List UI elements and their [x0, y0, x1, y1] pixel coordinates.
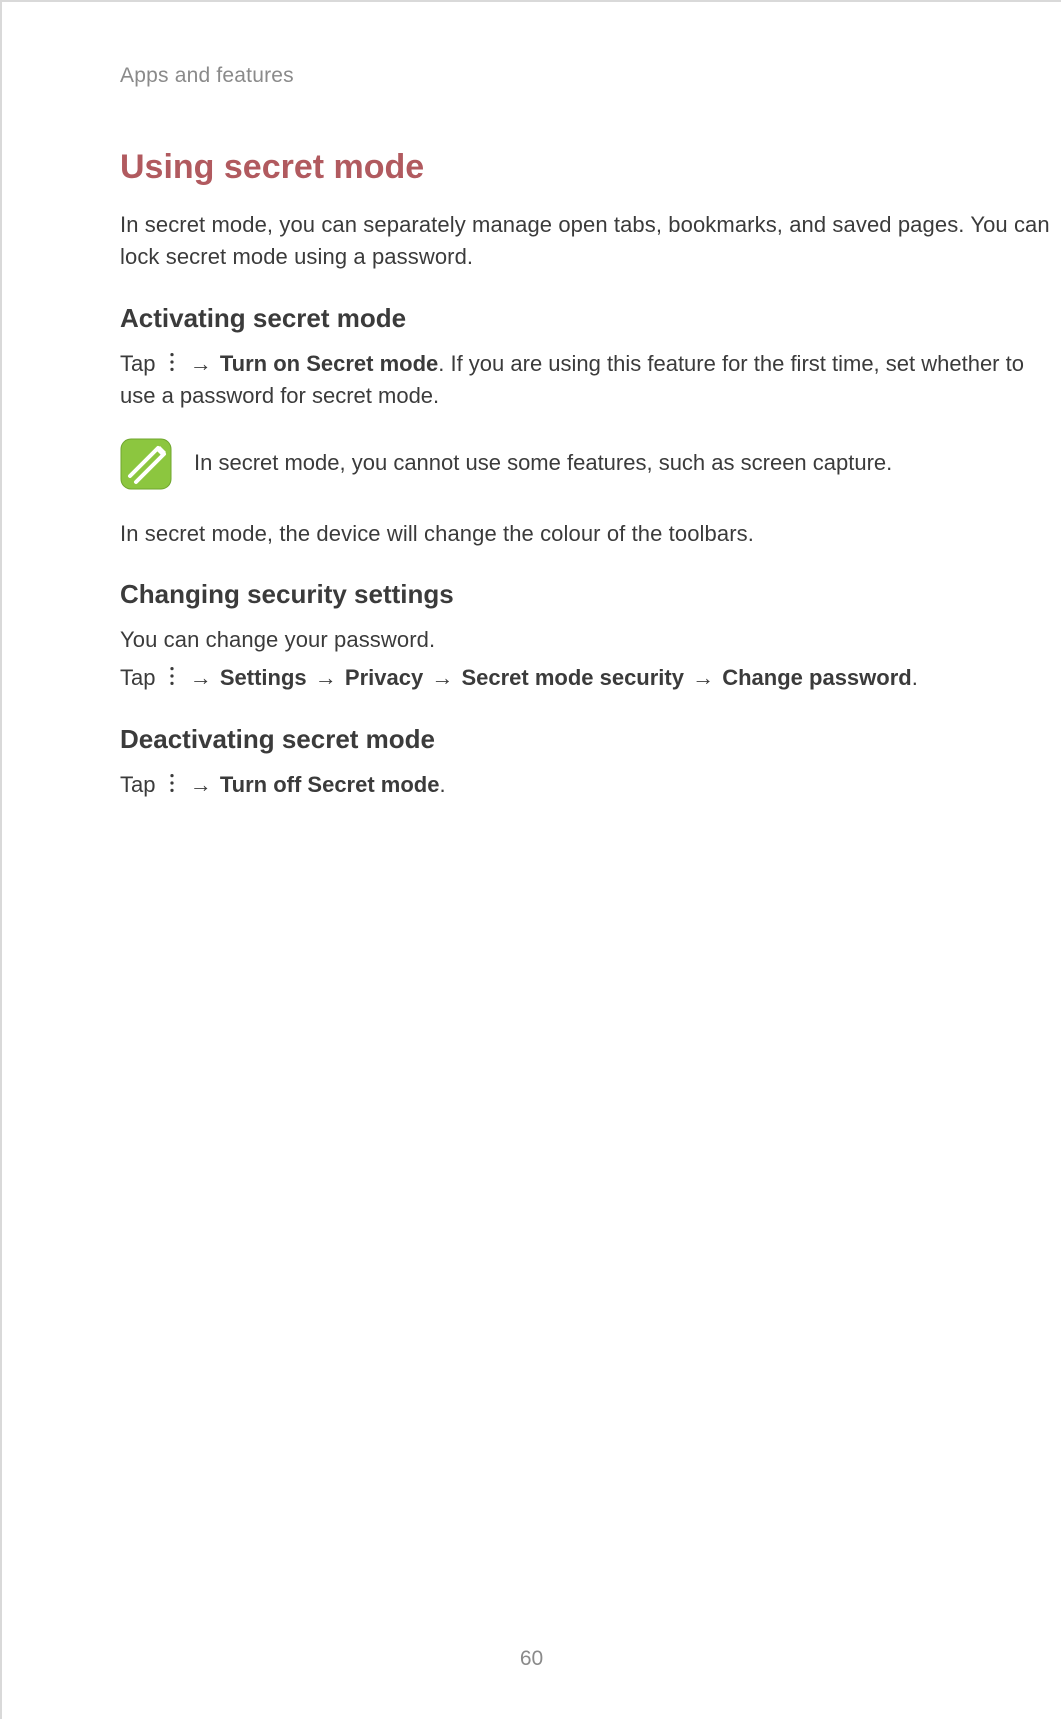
- note-icon: [120, 438, 172, 490]
- note-callout: In secret mode, you cannot use some feat…: [120, 438, 1061, 490]
- page-number: 60: [2, 1647, 1061, 1671]
- arrow-icon: →: [690, 662, 716, 694]
- menu-label-settings: Settings: [220, 665, 307, 690]
- heading-activating: Activating secret mode: [120, 303, 1061, 334]
- text-fragment: Tap: [120, 665, 162, 690]
- section-deactivating: Deactivating secret mode Tap → Turn off …: [120, 724, 1061, 801]
- heading-changing: Changing security settings: [120, 579, 1061, 610]
- text-fragment: .: [912, 665, 918, 690]
- activating-instructions: Tap → Turn on Secret mode. If you are us…: [120, 348, 1061, 412]
- more-options-icon: [163, 772, 181, 794]
- arrow-icon: →: [429, 662, 455, 694]
- activating-after-note: In secret mode, the device will change t…: [120, 518, 1061, 550]
- section-activating: Activating secret mode Tap → Turn on Sec…: [120, 303, 1061, 550]
- arrow-icon: →: [188, 662, 214, 694]
- more-options-icon: [163, 351, 181, 373]
- menu-label-secret-mode-security: Secret mode security: [461, 665, 684, 690]
- menu-label-turn-off: Turn off Secret mode: [220, 772, 440, 797]
- arrow-icon: →: [188, 348, 214, 380]
- menu-label-turn-on: Turn on Secret mode: [220, 351, 438, 376]
- text-fragment: Tap: [120, 772, 162, 797]
- deactivating-instructions: Tap → Turn off Secret mode.: [120, 769, 1061, 801]
- section-title: Using secret mode In secret mode, you ca…: [120, 148, 1061, 273]
- section-changing: Changing security settings You can chang…: [120, 579, 1061, 694]
- menu-label-change-password: Change password: [722, 665, 911, 690]
- note-text: In secret mode, you cannot use some feat…: [194, 448, 892, 479]
- heading-deactivating: Deactivating secret mode: [120, 724, 1061, 755]
- more-options-icon: [163, 665, 181, 687]
- document-page: Apps and features Using secret mode In s…: [0, 0, 1061, 1719]
- menu-label-privacy: Privacy: [345, 665, 423, 690]
- arrow-icon: →: [313, 662, 339, 694]
- intro-paragraph: In secret mode, you can separately manag…: [120, 209, 1061, 273]
- text-fragment: Tap: [120, 351, 162, 376]
- page-heading: Using secret mode: [120, 148, 1061, 187]
- changing-lead: You can change your password.: [120, 624, 1061, 656]
- changing-instructions: Tap → Settings → Privacy → Secret mode s…: [120, 662, 1061, 694]
- text-fragment: .: [439, 772, 445, 797]
- arrow-icon: →: [188, 769, 214, 801]
- header-section-label: Apps and features: [120, 64, 1061, 88]
